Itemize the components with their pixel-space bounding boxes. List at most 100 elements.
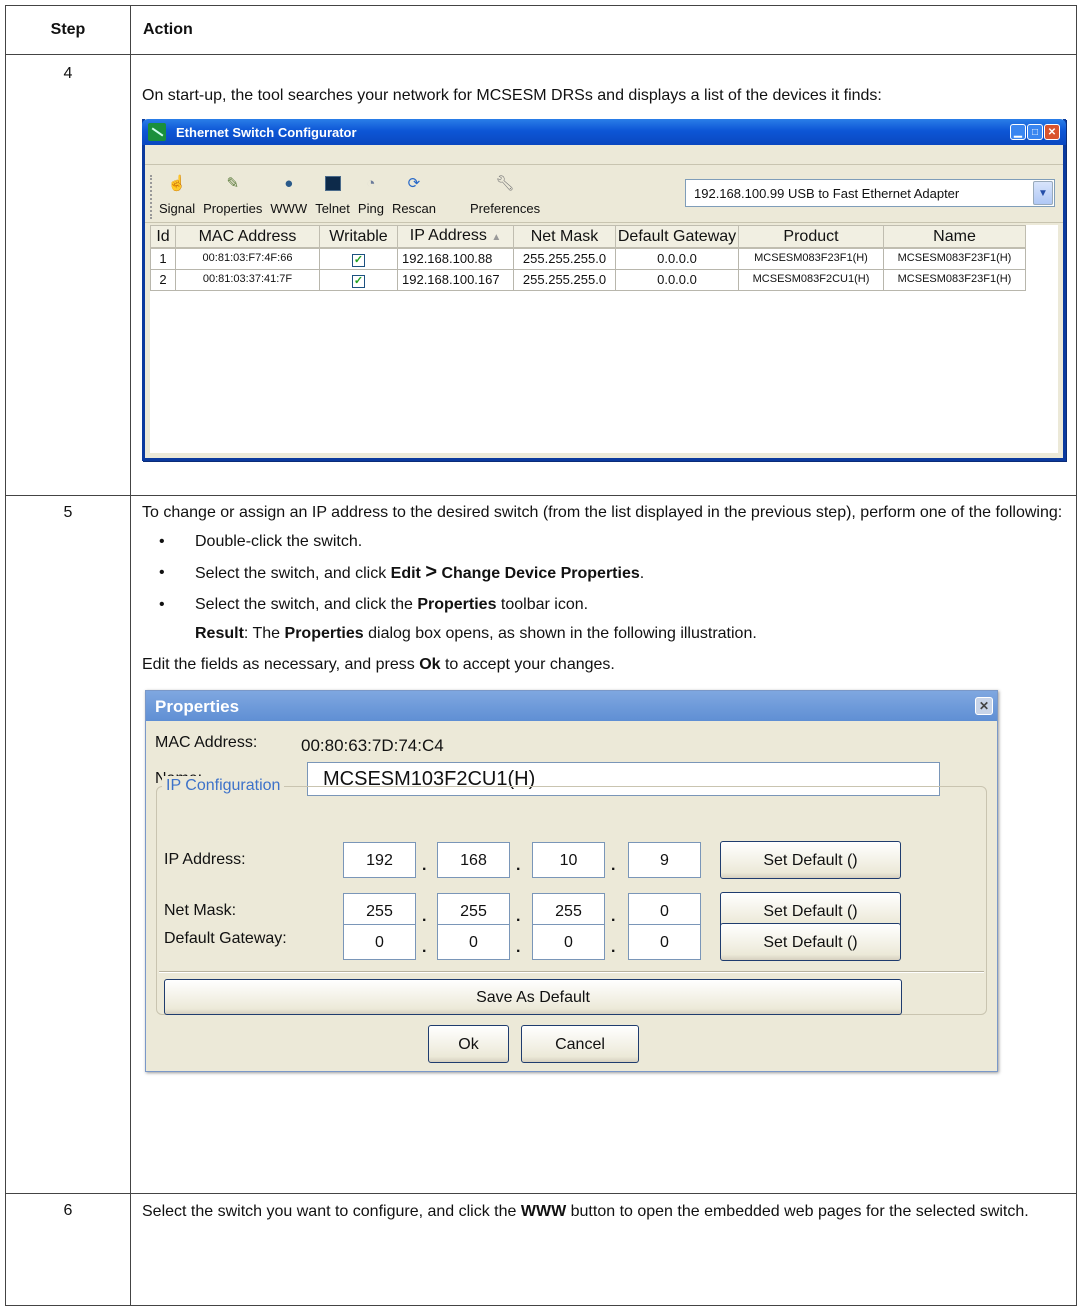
column-header[interactable]: MAC Address bbox=[175, 225, 320, 249]
menu-bar bbox=[145, 145, 1063, 165]
maximize-icon[interactable]: □ bbox=[1027, 124, 1043, 140]
bullet-text: Select the switch, and click the bbox=[195, 596, 418, 613]
result-text: Result: The Properties dialog box opens,… bbox=[142, 624, 1066, 643]
cell-ip: 192.168.100.88 bbox=[397, 247, 514, 270]
cancel-button[interactable]: Cancel bbox=[521, 1025, 639, 1063]
signal-button[interactable]: ☝ Signal bbox=[159, 173, 195, 218]
octet-value: 9 bbox=[660, 851, 669, 869]
cell-mac: 00:81:03:F7:4F:66 bbox=[175, 247, 320, 270]
list-item: Select the switch, and click the Propert… bbox=[142, 595, 1066, 614]
toolbar-grip[interactable] bbox=[150, 175, 152, 219]
octet-dot: . bbox=[611, 908, 616, 925]
ethernet-switch-configurator-window: Ethernet Switch Configurator ▁ □ ✕ ☝ Sig… bbox=[142, 119, 1066, 461]
hand-icon: ☝ bbox=[167, 174, 187, 192]
column-header[interactable]: Default Gateway bbox=[615, 225, 739, 249]
set-default-gateway-button[interactable]: Set Default () bbox=[720, 923, 901, 961]
close-icon[interactable]: ✕ bbox=[1044, 124, 1060, 140]
octet-value: 192 bbox=[366, 851, 393, 869]
octet-value: 0 bbox=[375, 933, 384, 951]
table-row[interactable]: 1 00:81:03:F7:4F:66 ✓ 192.168.100.88 255… bbox=[150, 247, 1026, 270]
octet-dot: . bbox=[422, 857, 427, 874]
preferences-button[interactable]: 🔧︎ Preferences bbox=[470, 173, 540, 218]
gateway-octet-3[interactable]: 0 bbox=[532, 924, 605, 960]
gateway-octet-4[interactable]: 0 bbox=[628, 924, 701, 960]
ping-button[interactable]: ◔ Ping bbox=[358, 173, 384, 218]
adapter-select[interactable]: 192.168.100.99 USB to Fast Ethernet Adap… bbox=[685, 179, 1055, 207]
close-icon[interactable]: ✕ bbox=[975, 697, 993, 715]
ip-octet-4[interactable]: 9 bbox=[628, 842, 701, 878]
gateway-octet-2[interactable]: 0 bbox=[437, 924, 510, 960]
properties-button[interactable]: ✎ Properties bbox=[203, 173, 262, 218]
rescan-button[interactable]: ⟳ Rescan bbox=[392, 173, 436, 218]
telnet-button[interactable]: Telnet bbox=[315, 173, 350, 218]
edit-instruction: Edit the fields as necessary, and press … bbox=[142, 655, 1066, 674]
save-as-default-button[interactable]: Save As Default bbox=[164, 979, 902, 1015]
edit-icon: ✎ bbox=[226, 174, 240, 192]
properties-ref: Properties bbox=[417, 596, 497, 613]
step6-post: button to open the embedded web pages fo… bbox=[566, 1203, 1029, 1220]
www-button[interactable]: ● WWW bbox=[270, 173, 307, 218]
gateway-octet-1[interactable]: 0 bbox=[343, 924, 416, 960]
octet-dot: . bbox=[611, 939, 616, 956]
edit-post: to accept your changes. bbox=[440, 656, 615, 673]
window-title: Ethernet Switch Configurator bbox=[176, 124, 357, 140]
octet-value: 0 bbox=[660, 902, 669, 920]
minimize-icon[interactable]: ▁ bbox=[1010, 124, 1026, 140]
cell-writable: ✓ bbox=[319, 268, 398, 291]
list-item: Select the switch, and click Edit > Chan… bbox=[142, 562, 1066, 583]
column-header[interactable]: Name bbox=[883, 225, 1026, 249]
step6-pre: Select the switch you want to configure,… bbox=[142, 1203, 521, 1220]
step-row-5: 5 To change or assign an IP address to t… bbox=[5, 495, 1077, 1194]
set-default-ip-button[interactable]: Set Default () bbox=[720, 841, 901, 879]
bullet-text: . bbox=[639, 565, 645, 582]
preferences-label: Preferences bbox=[470, 201, 541, 216]
wrench-icon: 🔧︎ bbox=[495, 174, 515, 192]
ok-button[interactable]: Ok bbox=[428, 1025, 509, 1063]
properties-ref: Properties bbox=[284, 625, 364, 642]
procedure-table: Step Action 4 On start-up, the tool sear… bbox=[5, 5, 1077, 1306]
step-row-4: 4 On start-up, the tool searches your ne… bbox=[5, 54, 1077, 496]
group-title: IP Configuration bbox=[162, 776, 285, 795]
telnet-label: Telnet bbox=[315, 201, 350, 216]
device-table: Id MAC Address Writable IP Address ▲ Net… bbox=[150, 225, 1026, 291]
cell-product: MCSESM083F2CU1(H) bbox=[738, 268, 884, 291]
signal-label: Signal bbox=[159, 201, 196, 216]
properties-label: Properties bbox=[203, 201, 263, 216]
ip-octet-1[interactable]: 192 bbox=[343, 842, 416, 878]
step-number: 6 bbox=[63, 1202, 73, 1219]
rescan-label: Rescan bbox=[391, 201, 437, 216]
sort-asc-icon: ▲ bbox=[491, 232, 502, 243]
table-header-row: Step Action bbox=[5, 5, 1077, 55]
octet-dot: . bbox=[422, 939, 427, 956]
ip-address-label: IP Address: bbox=[164, 851, 246, 868]
octet-dot: . bbox=[516, 908, 521, 925]
checkbox-checked-icon[interactable]: ✓ bbox=[352, 254, 365, 267]
column-header[interactable]: Net Mask bbox=[513, 225, 616, 249]
dialog-title-bar: Properties ✕ bbox=[146, 691, 997, 721]
column-header[interactable]: Id bbox=[150, 225, 176, 249]
refresh-icon: ⟳ bbox=[407, 174, 421, 192]
www-label: WWW bbox=[270, 201, 308, 216]
table-row[interactable]: 2 00:81:03:37:41:7F ✓ 192.168.100.167 25… bbox=[150, 268, 1026, 291]
bullet-text: toolbar icon. bbox=[496, 596, 589, 613]
column-header[interactable]: Product bbox=[738, 225, 884, 249]
mac-address-label: MAC Address: bbox=[155, 734, 258, 751]
octet-value: 255 bbox=[366, 902, 393, 920]
octet-value: 0 bbox=[564, 933, 573, 951]
checkbox-checked-icon[interactable]: ✓ bbox=[352, 274, 365, 288]
toolbar: ☝ Signal ✎ Properties ● WWW Telnet ◔ Pin… bbox=[145, 165, 1063, 223]
ip-octet-2[interactable]: 168 bbox=[437, 842, 510, 878]
cell-writable: ✓ bbox=[319, 247, 398, 270]
result-post: dialog box opens, as shown in the follow… bbox=[363, 625, 757, 642]
column-header[interactable]: Writable bbox=[319, 225, 398, 249]
net-mask-label: Net Mask: bbox=[164, 902, 237, 919]
menu-command-ref: Change Device Properties bbox=[441, 565, 640, 582]
cell-mask: 255.255.255.0 bbox=[513, 268, 616, 291]
octet-dot: . bbox=[516, 857, 521, 874]
header-action: Action bbox=[130, 5, 1077, 55]
column-header-ip-address[interactable]: IP Address ▲ bbox=[397, 225, 514, 249]
www-ref: WWW bbox=[520, 1203, 567, 1220]
chevron-down-icon[interactable]: ▼ bbox=[1033, 181, 1053, 205]
cell-ip: 192.168.100.167 bbox=[397, 268, 514, 291]
ip-octet-3[interactable]: 10 bbox=[532, 842, 605, 878]
